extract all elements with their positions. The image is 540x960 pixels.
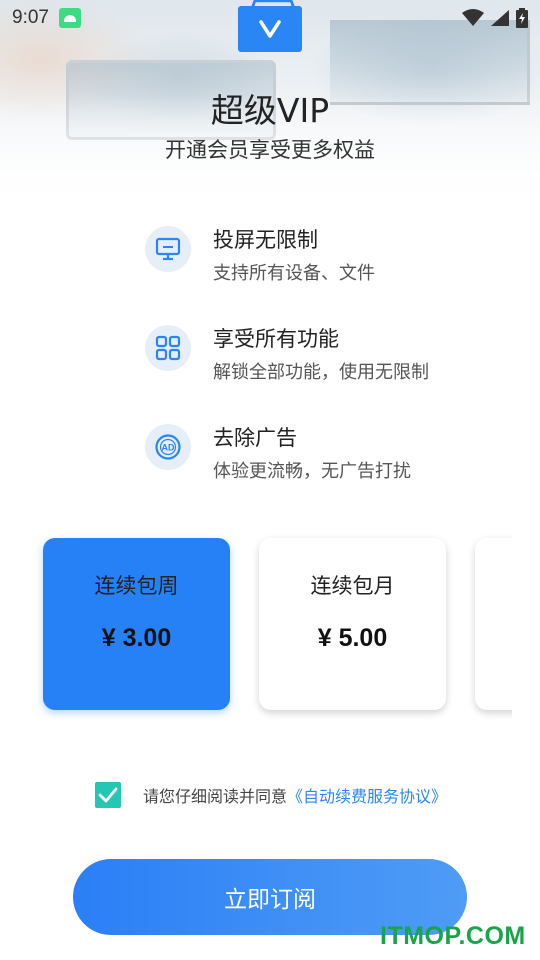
- feature-item-no-ads: AD 去除广告 体验更流畅，无广告打扰: [145, 424, 411, 484]
- page-title: 超级VIP: [210, 91, 330, 130]
- android-icon: [58, 8, 81, 28]
- battery-icon: [516, 8, 528, 28]
- agreement-text: 请您仔细阅读并同意: [143, 787, 288, 806]
- grid-icon: [155, 335, 181, 361]
- svg-text:AD: AD: [162, 443, 175, 453]
- wifi-icon: [462, 9, 484, 26]
- plan-card-partial[interactable]: [475, 538, 512, 710]
- page-subtitle: 开通会员享受更多权益: [165, 138, 375, 162]
- agreement-checkbox[interactable]: [95, 782, 121, 808]
- plan-price: ¥ 3.00: [101, 624, 172, 652]
- feature-icon-wrap: AD: [145, 424, 191, 470]
- v-logo-icon: [259, 20, 281, 38]
- feature-desc: 支持所有设备、文件: [213, 263, 375, 284]
- ad-icon: AD: [155, 434, 181, 460]
- plan-card-monthly[interactable]: 连续包月 ¥ 5.00: [259, 538, 446, 710]
- app-logo: [238, 6, 302, 52]
- feature-title: 投屏无限制: [213, 228, 318, 252]
- feature-title: 享受所有功能: [213, 327, 339, 351]
- feature-title: 去除广告: [213, 426, 297, 450]
- feature-item-cast: 投屏无限制 支持所有设备、文件: [145, 226, 375, 286]
- agreement-link[interactable]: 《自动续费服务协议》: [287, 783, 447, 807]
- feature-icon-wrap: [145, 226, 191, 272]
- monitor-icon: [155, 237, 181, 261]
- signal-icon: [491, 10, 509, 26]
- plan-price: ¥ 5.00: [317, 624, 388, 652]
- status-time: 9:07: [12, 7, 49, 28]
- agreement-row: 请您仔细阅读并同意 《自动续费服务协议》: [95, 782, 447, 808]
- plan-selector: 连续包周 ¥ 3.00 连续包月 ¥ 5.00: [0, 532, 512, 722]
- plan-name: 连续包周: [94, 574, 179, 598]
- feature-item-functions: 享受所有功能 解锁全部功能，使用无限制: [145, 325, 429, 385]
- plan-name: 连续包月: [310, 574, 395, 598]
- feature-desc: 体验更流畅，无广告打扰: [213, 461, 411, 482]
- feature-icon-wrap: [145, 325, 191, 371]
- checkmark-icon: [98, 787, 118, 803]
- feature-desc: 解锁全部功能，使用无限制: [213, 362, 429, 383]
- watermark: ITMOP.COM: [380, 922, 526, 950]
- plan-card-weekly[interactable]: 连续包周 ¥ 3.00: [43, 538, 230, 710]
